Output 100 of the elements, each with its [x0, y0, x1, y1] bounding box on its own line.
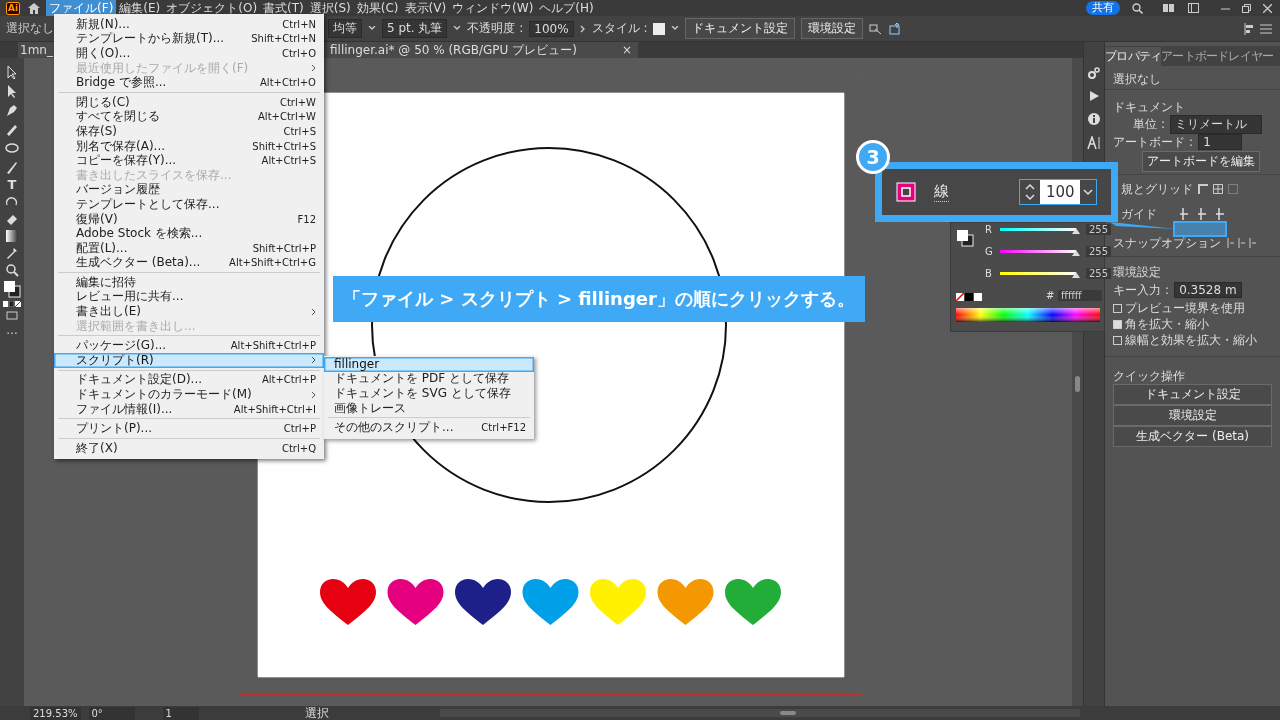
- stroke-weight-field[interactable]: 100: [1019, 179, 1097, 205]
- type-tool[interactable]: T: [7, 178, 17, 192]
- menu-item[interactable]: 編集(E): [116, 0, 164, 16]
- menu-entry[interactable]: 編集に招待: [54, 275, 324, 290]
- character-icon[interactable]: [1087, 136, 1102, 150]
- play-icon[interactable]: [1088, 90, 1101, 102]
- artboard-nav-field[interactable]: 1: [162, 706, 199, 720]
- menu-entry[interactable]: スクリプト(R): [54, 353, 324, 368]
- fill-stroke-icon[interactable]: [956, 229, 974, 247]
- checkbox[interactable]: [1113, 335, 1123, 345]
- menu-entry[interactable]: テンプレートとして保存...: [54, 197, 324, 212]
- brush-field[interactable]: 5 pt. 丸筆: [382, 19, 448, 38]
- menu-item[interactable]: ウィンドウ(W): [449, 0, 537, 16]
- color-slider[interactable]: [1000, 247, 1080, 256]
- panel-tab[interactable]: レイヤー: [1228, 47, 1274, 66]
- menu-entry[interactable]: 配置(L)... Shift+Ctrl+P: [54, 240, 324, 256]
- menu-icon[interactable]: [1260, 23, 1272, 34]
- panel-layout-icon[interactable]: [1188, 3, 1199, 13]
- pen-icon[interactable]: [4, 102, 20, 118]
- screen-mode-icon[interactable]: [6, 310, 18, 320]
- zoom-field[interactable]: 219.53%: [30, 706, 81, 720]
- panel-tab[interactable]: アートボード: [1161, 47, 1229, 66]
- menu-entry[interactable]: バージョン履歴: [54, 182, 324, 198]
- menu-item[interactable]: ヘルプ(H): [536, 0, 597, 16]
- menu-item[interactable]: 効果(C): [353, 0, 402, 16]
- more-tools[interactable]: ...: [6, 323, 18, 337]
- share-button[interactable]: 共有: [1086, 1, 1120, 15]
- close-icon[interactable]: [1263, 3, 1272, 13]
- menu-entry[interactable]: コピーを保存(Y)... Alt+Ctrl+S: [54, 153, 324, 168]
- unit-dropdown[interactable]: ミリメートル: [1170, 114, 1263, 134]
- slider-thumb[interactable]: [1072, 248, 1080, 256]
- checkbox[interactable]: [1113, 319, 1123, 329]
- export-icon[interactable]: [889, 22, 902, 35]
- checkbox[interactable]: [1113, 303, 1123, 313]
- menu-entry[interactable]: プリント(P)... Ctrl+P: [54, 421, 324, 437]
- menu-entry[interactable]: ドキュメント設定(D)... Alt+Ctrl+P: [54, 372, 324, 388]
- channel-value[interactable]: 255: [1086, 246, 1112, 257]
- menu-entry[interactable]: 終了(X) Ctrl+Q: [54, 441, 324, 456]
- menu-entry[interactable]: ドキュメントのカラーモード(M): [54, 387, 324, 402]
- align-icon[interactable]: [1242, 22, 1254, 35]
- caret-icon[interactable]: [671, 25, 680, 32]
- brush-icon[interactable]: [4, 159, 20, 175]
- menu-entry[interactable]: ファイル情報(I)... Alt+Shift+Ctrl+I: [54, 401, 324, 417]
- artboard-field[interactable]: 1: [1198, 134, 1243, 150]
- hex-field[interactable]: ffffff: [1058, 290, 1102, 301]
- menu-entry[interactable]: 閉じる(C) Ctrl+W: [54, 94, 324, 110]
- gears-icon[interactable]: [1087, 66, 1102, 80]
- key-increment-field[interactable]: 0.3528 m: [1174, 282, 1242, 298]
- slider-thumb[interactable]: [1072, 270, 1080, 278]
- menu-entry[interactable]: パッケージ(G)... Alt+Shift+Ctrl+P: [54, 338, 324, 354]
- menu-entry[interactable]: 復帰(V) F12: [54, 211, 324, 227]
- color-slider[interactable]: [1000, 269, 1080, 278]
- menu-entry[interactable]: fillinger: [324, 357, 534, 372]
- search-icon[interactable]: [1132, 2, 1143, 14]
- menu-entry[interactable]: 保存(S) Ctrl+S: [54, 124, 324, 139]
- chevron-icon[interactable]: [579, 24, 586, 33]
- menu-entry[interactable]: Bridge で参照... Alt+Ctrl+O: [54, 75, 324, 90]
- workspace-icon[interactable]: [1163, 3, 1174, 13]
- ellipse-icon[interactable]: [4, 140, 20, 156]
- edit-artboard-button[interactable]: アートボードを編集: [1142, 150, 1260, 172]
- home-icon[interactable]: [28, 2, 41, 14]
- eyedropper-icon[interactable]: [5, 246, 19, 260]
- grid-icon[interactable]: [1213, 184, 1224, 194]
- color-mode-icon[interactable]: [3, 301, 21, 307]
- menu-entry[interactable]: その他のスクリプト... Ctrl+F12: [324, 420, 534, 435]
- menu-entry[interactable]: Adobe Stock を検索...: [54, 226, 324, 241]
- quick-action-button[interactable]: ドキュメント設定: [1113, 384, 1272, 405]
- menu-entry[interactable]: 開く(O)... Ctrl+O: [54, 46, 324, 61]
- quick-action-button[interactable]: 生成ベクター (Beta): [1113, 426, 1272, 447]
- menu-entry[interactable]: 新規(N)... Ctrl+N: [54, 17, 324, 32]
- menu-item[interactable]: 表示(V): [401, 0, 450, 16]
- menu-entry[interactable]: 画像トレース: [324, 400, 534, 416]
- info-icon[interactable]: [1087, 112, 1102, 126]
- horizontal-scrollbar[interactable]: [440, 709, 1080, 717]
- toolbar-button[interactable]: ドキュメント設定: [685, 18, 796, 39]
- color-slider[interactable]: [1000, 225, 1080, 234]
- menu-entry[interactable]: すべてを閉じる Alt+Ctrl+W: [54, 109, 324, 125]
- style-swatch[interactable]: [653, 22, 666, 35]
- stroke-profile-field[interactable]: 均等: [328, 19, 362, 38]
- opacity-field[interactable]: 100%: [529, 20, 574, 37]
- menu-entry[interactable]: 生成ベクター (Beta)... Alt+Shift+Ctrl+G: [54, 255, 324, 271]
- channel-value[interactable]: 255: [1086, 224, 1112, 235]
- menu-item[interactable]: オブジェクト(O): [163, 0, 261, 16]
- rotation-field[interactable]: 0°: [88, 706, 135, 720]
- menu-entry[interactable]: 書き出し(E): [54, 304, 324, 319]
- caret-icon[interactable]: [453, 25, 462, 32]
- zoom-icon[interactable]: [5, 263, 19, 277]
- menu-item[interactable]: 選択(S): [306, 0, 354, 16]
- menu-entry[interactable]: ドキュメントを PDF として保存: [324, 371, 534, 387]
- quick-action-button[interactable]: 環境設定: [1113, 405, 1272, 426]
- fill-stroke-icon[interactable]: [3, 280, 21, 298]
- menu-entry[interactable]: 別名で保存(A)... Shift+Ctrl+S: [54, 138, 324, 154]
- panel-tab[interactable]: プロパティ: [1105, 47, 1162, 66]
- gradient-icon[interactable]: [5, 229, 19, 243]
- slider-thumb[interactable]: [1072, 226, 1080, 234]
- menu-entry[interactable]: ドキュメントを SVG として保存: [324, 386, 534, 401]
- color-spectrum[interactable]: [956, 308, 1100, 322]
- toolbar-button[interactable]: 環境設定: [801, 18, 864, 39]
- channel-value[interactable]: 255: [1086, 268, 1112, 279]
- menu-entry[interactable]: レビュー用に共有...: [54, 289, 324, 305]
